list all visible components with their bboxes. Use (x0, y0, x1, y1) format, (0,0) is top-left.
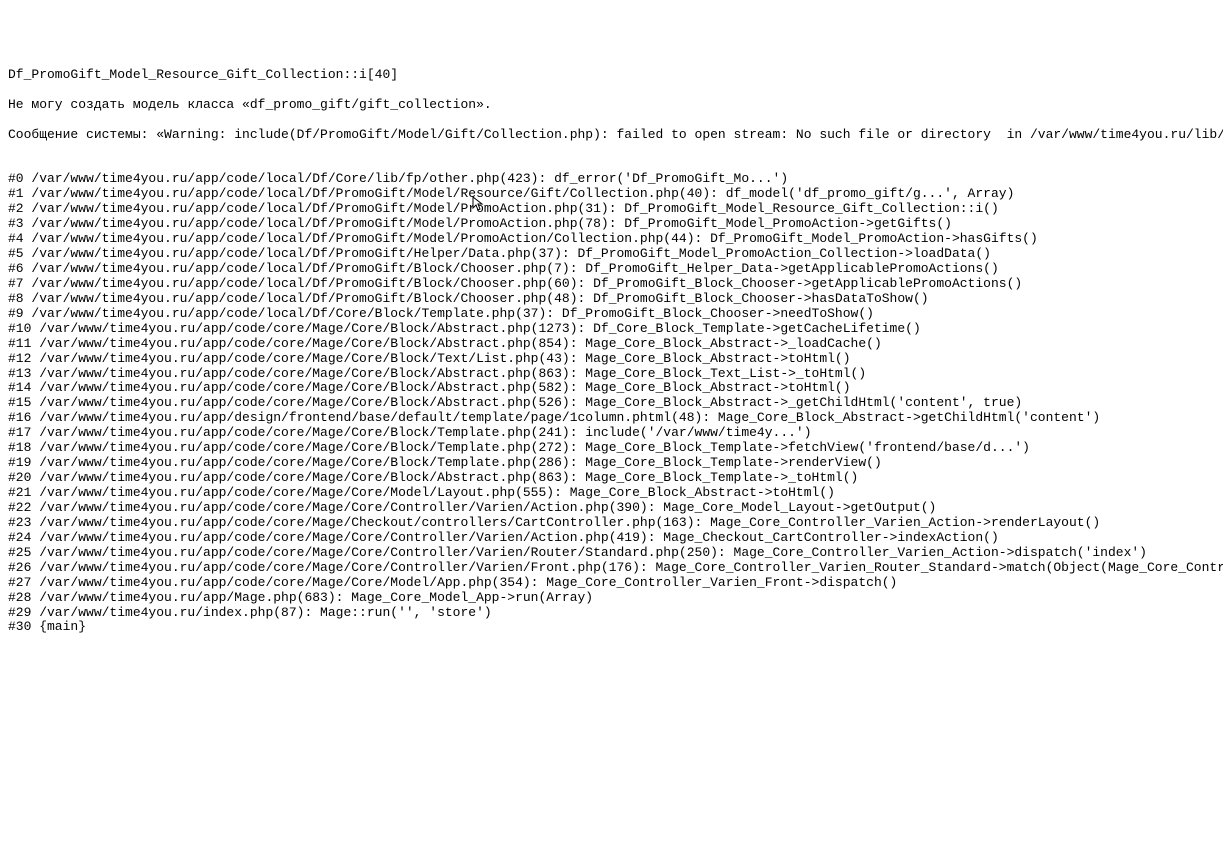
trace-line: #15 /var/www/time4you.ru/app/code/core/M… (8, 396, 1215, 411)
stack-trace: #0 /var/www/time4you.ru/app/code/local/D… (8, 172, 1215, 635)
trace-line: #25 /var/www/time4you.ru/app/code/core/M… (8, 546, 1215, 561)
trace-line: #29 /var/www/time4you.ru/index.php(87): … (8, 606, 1215, 621)
trace-line: #19 /var/www/time4you.ru/app/code/core/M… (8, 456, 1215, 471)
trace-line: #0 /var/www/time4you.ru/app/code/local/D… (8, 172, 1215, 187)
trace-line: #21 /var/www/time4you.ru/app/code/core/M… (8, 486, 1215, 501)
trace-line: #13 /var/www/time4you.ru/app/code/core/M… (8, 367, 1215, 382)
trace-line: #30 {main} (8, 620, 1215, 635)
trace-line: #1 /var/www/time4you.ru/app/code/local/D… (8, 187, 1215, 202)
trace-line: #5 /var/www/time4you.ru/app/code/local/D… (8, 247, 1215, 262)
trace-line: #23 /var/www/time4you.ru/app/code/core/M… (8, 516, 1215, 531)
trace-line: #26 /var/www/time4you.ru/app/code/core/M… (8, 561, 1215, 576)
trace-line: #6 /var/www/time4you.ru/app/code/local/D… (8, 262, 1215, 277)
trace-line: #11 /var/www/time4you.ru/app/code/core/M… (8, 337, 1215, 352)
error-message-2: Сообщение системы: «Warning: include(Df/… (8, 128, 1215, 143)
trace-line: #27 /var/www/time4you.ru/app/code/core/M… (8, 576, 1215, 591)
trace-line: #28 /var/www/time4you.ru/app/Mage.php(68… (8, 591, 1215, 606)
trace-line: #2 /var/www/time4you.ru/app/code/local/D… (8, 202, 1215, 217)
trace-line: #3 /var/www/time4you.ru/app/code/local/D… (8, 217, 1215, 232)
trace-line: #8 /var/www/time4you.ru/app/code/local/D… (8, 292, 1215, 307)
error-header: Df_PromoGift_Model_Resource_Gift_Collect… (8, 68, 1215, 83)
trace-line: #24 /var/www/time4you.ru/app/code/core/M… (8, 531, 1215, 546)
trace-line: #16 /var/www/time4you.ru/app/design/fron… (8, 411, 1215, 426)
trace-line: #17 /var/www/time4you.ru/app/code/core/M… (8, 426, 1215, 441)
trace-line: #10 /var/www/time4you.ru/app/code/core/M… (8, 322, 1215, 337)
trace-line: #4 /var/www/time4you.ru/app/code/local/D… (8, 232, 1215, 247)
trace-line: #22 /var/www/time4you.ru/app/code/core/M… (8, 501, 1215, 516)
error-message-1: Не могу создать модель класса «df_promo_… (8, 98, 1215, 113)
trace-line: #20 /var/www/time4you.ru/app/code/core/M… (8, 471, 1215, 486)
trace-line: #14 /var/www/time4you.ru/app/code/core/M… (8, 381, 1215, 396)
trace-line: #18 /var/www/time4you.ru/app/code/core/M… (8, 441, 1215, 456)
trace-line: #7 /var/www/time4you.ru/app/code/local/D… (8, 277, 1215, 292)
trace-line: #9 /var/www/time4you.ru/app/code/local/D… (8, 307, 1215, 322)
trace-line: #12 /var/www/time4you.ru/app/code/core/M… (8, 352, 1215, 367)
